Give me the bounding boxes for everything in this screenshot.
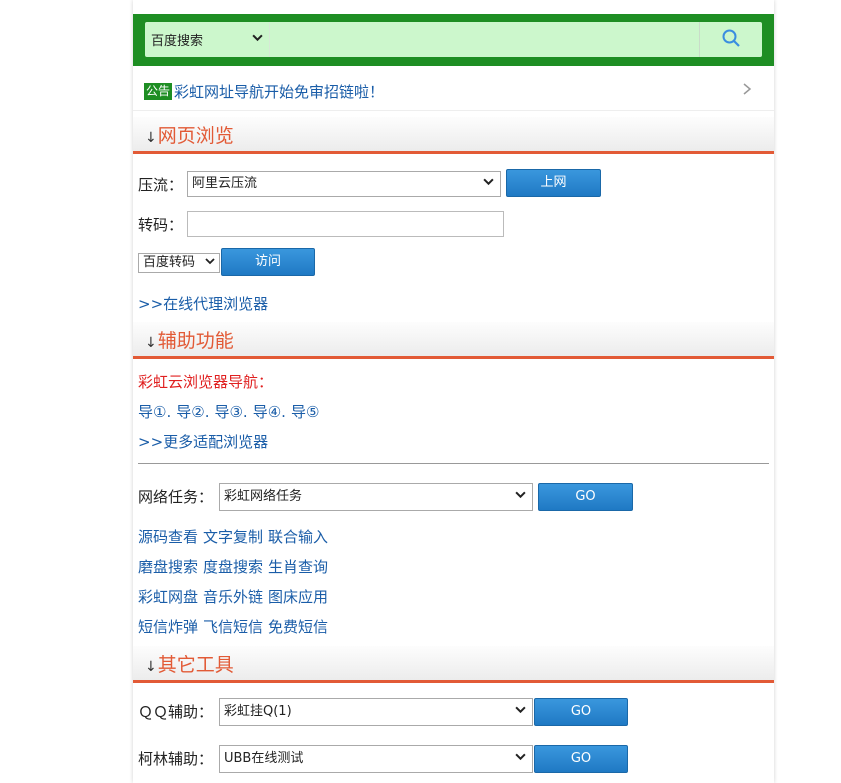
page: 百度搜索 公告 彩虹网址导航开始免审招链啦！ ↓网页浏览 压流： 阿里云压流 上… xyxy=(0,0,841,783)
tool-link[interactable]: 音乐外链 xyxy=(203,588,263,606)
search-bar: 百度搜索 xyxy=(133,14,774,66)
notice-badge: 公告 xyxy=(144,83,173,100)
tool-link[interactable]: 飞信短信 xyxy=(203,618,263,636)
kelin-helper-value: UBB在线测试 xyxy=(224,751,304,766)
visit-button[interactable]: 访问 xyxy=(221,248,315,276)
nav-link-3[interactable]: 导③ xyxy=(214,403,242,421)
qq-helper-label: ＱＱ辅助： xyxy=(138,703,214,721)
go-online-button[interactable]: 上网 xyxy=(506,169,601,197)
tool-links-row-2: 磨盘搜索 度盘搜索 生肖查询 xyxy=(138,556,333,577)
nav-link-sep: . xyxy=(242,403,248,421)
transcode-engine-select[interactable]: 百度转码 xyxy=(138,253,220,273)
tool-links-row-4: 短信炸弹 飞信短信 免费短信 xyxy=(138,616,333,637)
browser-nav-links: 导①. 导②. 导③. 导④. 导⑤ xyxy=(138,401,324,422)
network-task-value: 彩虹网络任务 xyxy=(224,489,303,504)
search-engine-select[interactable]: 百度搜索 xyxy=(145,22,269,57)
section-header-aux: ↓辅助功能 xyxy=(133,322,774,359)
qq-helper-select[interactable]: 彩虹挂Q(1) xyxy=(219,698,533,726)
chevron-down-icon xyxy=(515,746,526,772)
chevron-down-icon xyxy=(515,699,526,725)
chevron-down-icon xyxy=(515,484,526,510)
network-task-select[interactable]: 彩虹网络任务 xyxy=(219,483,533,511)
tool-link[interactable]: 彩虹网盘 xyxy=(138,588,198,606)
tool-link[interactable]: 短信炸弹 xyxy=(138,618,198,636)
chevron-down-icon xyxy=(483,172,494,196)
tool-links-row-3: 彩虹网盘 音乐外链 图床应用 xyxy=(138,586,333,607)
tool-link[interactable]: 磨盘搜索 xyxy=(138,558,198,576)
browser-nav-title: 彩虹云浏览器导航： xyxy=(138,373,274,391)
tool-link[interactable]: 度盘搜索 xyxy=(203,558,263,576)
section-title-browse-text: 网页浏览 xyxy=(157,125,234,147)
qq-helper-go-button[interactable]: GO xyxy=(534,698,628,726)
nav-link-sep: . xyxy=(166,403,172,421)
search-button[interactable] xyxy=(699,22,762,57)
transcode-engine-value: 百度转码 xyxy=(143,255,196,270)
notice-text[interactable]: 彩虹网址导航开始免审招链啦！ xyxy=(174,81,384,102)
search-icon xyxy=(721,28,741,52)
chevron-down-icon xyxy=(205,254,215,272)
compress-select-value: 阿里云压流 xyxy=(192,176,258,191)
nav-link-1[interactable]: 导① xyxy=(138,403,166,421)
main-column: 百度搜索 公告 彩虹网址导航开始免审招链啦！ ↓网页浏览 压流： 阿里云压流 上… xyxy=(133,0,774,783)
section-title-aux: ↓辅助功能 xyxy=(145,326,234,353)
tool-link[interactable]: 图床应用 xyxy=(268,588,328,606)
section-header-other: ↓其它工具 xyxy=(133,646,774,683)
tool-link[interactable]: 源码查看 xyxy=(138,528,198,546)
kelin-helper-label: 柯林辅助： xyxy=(138,750,214,768)
search-engine-label: 百度搜索 xyxy=(151,34,204,49)
compress-label: 压流： xyxy=(138,176,184,194)
arrow-down-icon: ↓ xyxy=(145,335,157,351)
search-input[interactable] xyxy=(269,22,700,57)
tool-links-row-1: 源码查看 文字复制 联合输入 xyxy=(138,526,333,547)
divider xyxy=(138,463,769,464)
nav-link-sep: . xyxy=(204,403,210,421)
tool-link[interactable]: 文字复制 xyxy=(203,528,263,546)
tool-link[interactable]: 生肖查询 xyxy=(268,558,328,576)
nav-link-sep: . xyxy=(281,403,286,421)
arrow-down-icon: ↓ xyxy=(145,659,157,675)
tool-link[interactable]: 联合输入 xyxy=(268,528,328,546)
nav-link-5[interactable]: 导⑤ xyxy=(291,403,319,421)
section-title-other-text: 其它工具 xyxy=(157,654,234,676)
section-title-browse: ↓网页浏览 xyxy=(145,121,234,148)
proxy-browser-link[interactable]: >>在线代理浏览器 xyxy=(138,293,268,314)
search-box: 百度搜索 xyxy=(145,22,762,57)
network-task-go-button[interactable]: GO xyxy=(538,483,633,511)
compress-select[interactable]: 阿里云压流 xyxy=(187,171,501,197)
network-task-label: 网络任务： xyxy=(138,488,214,506)
kelin-helper-select[interactable]: UBB在线测试 xyxy=(219,745,533,773)
section-title-other: ↓其它工具 xyxy=(145,650,234,677)
chevron-right-icon xyxy=(742,80,752,101)
section-title-aux-text: 辅助功能 xyxy=(157,330,234,352)
section-header-browse: ↓网页浏览 xyxy=(133,117,774,154)
nav-link-2[interactable]: 导② xyxy=(176,403,204,421)
transcode-label: 转码： xyxy=(138,216,184,234)
transcode-input[interactable] xyxy=(187,211,504,237)
kelin-helper-go-button[interactable]: GO xyxy=(534,745,628,773)
tool-link[interactable]: 免费短信 xyxy=(268,618,328,636)
qq-helper-value: 彩虹挂Q(1) xyxy=(224,704,292,719)
more-browsers-link[interactable]: >>更多适配浏览器 xyxy=(138,431,268,452)
chevron-down-icon xyxy=(252,32,263,46)
nav-link-4[interactable]: 导④ xyxy=(253,403,281,421)
notice-bar[interactable]: 公告 彩虹网址导航开始免审招链啦！ xyxy=(133,72,774,111)
arrow-down-icon: ↓ xyxy=(145,130,157,146)
